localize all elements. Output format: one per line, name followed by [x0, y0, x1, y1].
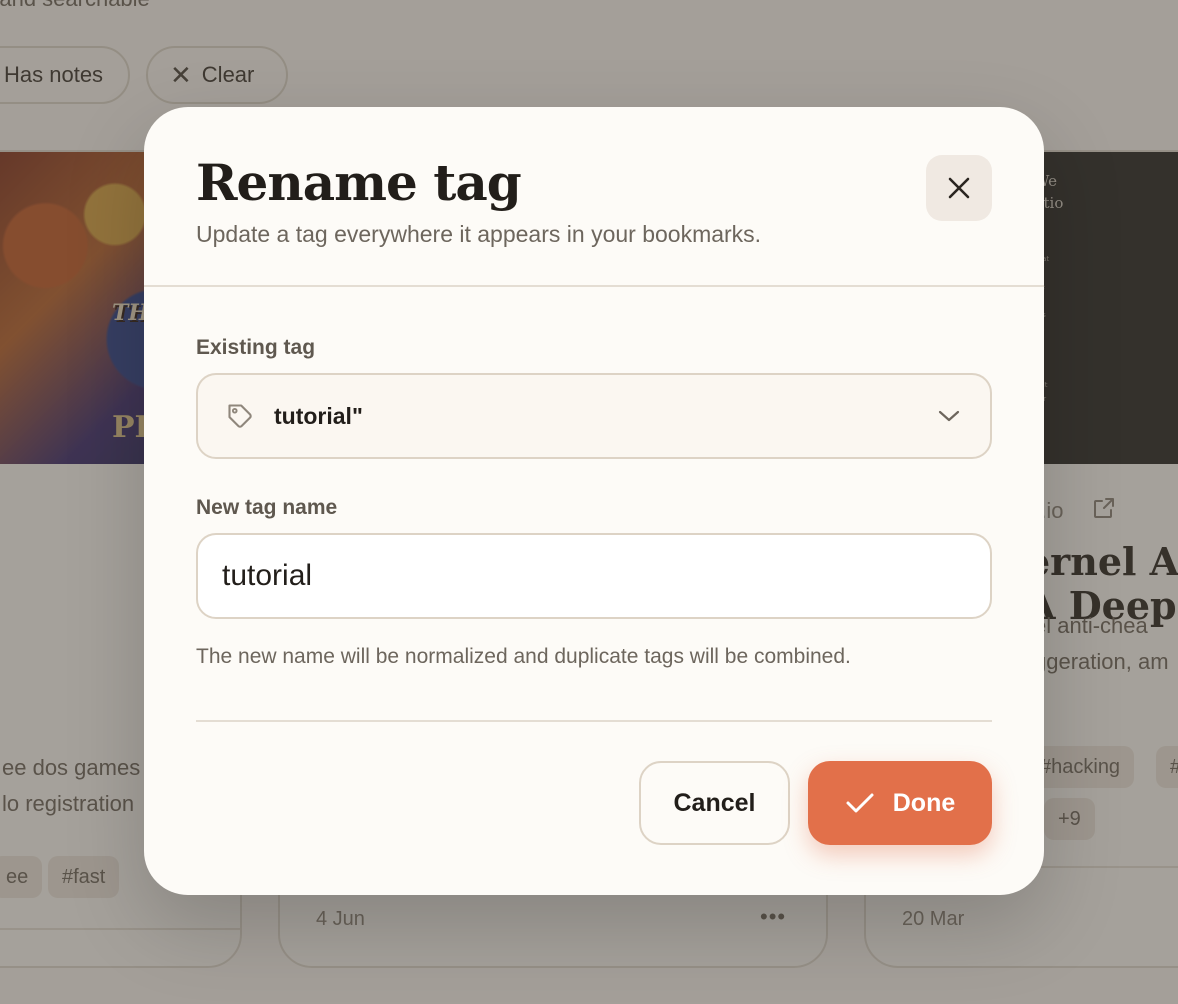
close-icon — [948, 177, 970, 199]
new-tag-name-label: New tag name — [196, 496, 338, 519]
new-tag-name-input[interactable] — [196, 533, 992, 619]
tag-icon — [228, 404, 252, 428]
dialog-title: Rename tag — [196, 153, 522, 212]
existing-tag-select[interactable]: tutorial" — [196, 373, 992, 459]
close-button[interactable] — [926, 155, 992, 221]
dialog-subtitle: Update a tag everywhere it appears in yo… — [196, 221, 762, 247]
done-button-label: Done — [892, 788, 956, 817]
existing-tag-label: Existing tag — [196, 336, 316, 359]
check-icon — [846, 793, 874, 813]
chevron-down-icon — [938, 410, 960, 422]
rename-tag-dialog: Rename tag Update a tag everywhere it ap… — [144, 107, 1044, 895]
helper-text: The new name will be normalized and dupl… — [196, 645, 851, 668]
footer-divider — [196, 720, 992, 722]
done-button[interactable]: Done — [808, 761, 992, 845]
existing-tag-value: tutorial" — [274, 402, 363, 429]
header-divider — [144, 285, 1044, 287]
cancel-button-label: Cancel — [673, 788, 756, 817]
cancel-button[interactable]: Cancel — [639, 761, 790, 845]
